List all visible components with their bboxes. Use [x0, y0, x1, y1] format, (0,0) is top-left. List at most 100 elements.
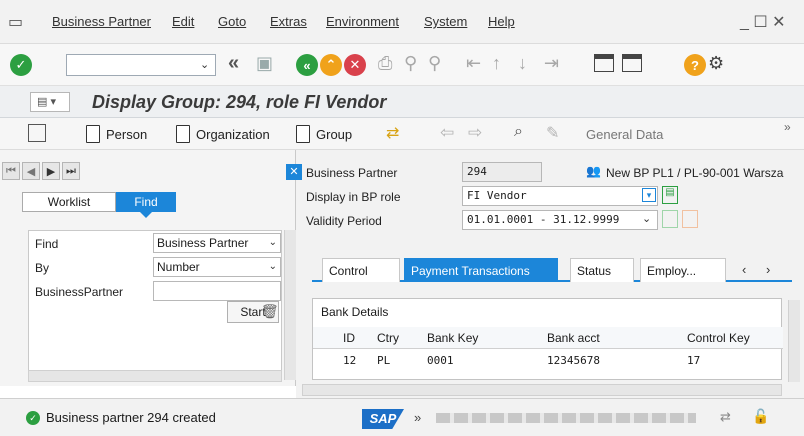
more-icon[interactable]: » [784, 120, 791, 134]
save-icon[interactable]: ▣ [256, 53, 273, 74]
by-select-value: Number [157, 260, 200, 274]
left-horizontal-scrollbar[interactable] [28, 370, 282, 382]
success-icon: ✓ [26, 411, 40, 425]
edit-icon[interactable]: ✎ [546, 123, 559, 143]
title-menu-icon[interactable]: ▤ ▾ [30, 92, 70, 112]
find-select-value: Business Partner [157, 236, 249, 250]
title-bar: ▤ ▾ Display Group: 294, role FI Vendor [0, 86, 804, 118]
window-controls[interactable]: _ ☐ ✕ [740, 12, 786, 32]
tab-control[interactable]: Control [322, 258, 400, 282]
prev-page-icon[interactable]: ↑ [492, 53, 501, 74]
prev-icon[interactable]: ◀ [22, 162, 40, 180]
cell-bank-key: 0001 [427, 354, 454, 367]
tab-strip: Control Payment Transactions Status Empl… [312, 258, 792, 282]
bank-table-header: ID Ctry Bank Key Bank acct Control Key [313, 327, 783, 349]
menu-extras[interactable]: Extras [270, 14, 307, 29]
help-icon[interactable]: ? [684, 54, 706, 76]
page-title: Display Group: 294, role FI Vendor [92, 92, 387, 112]
tab-payment-transactions[interactable]: Payment Transactions [404, 258, 558, 282]
menu-edit[interactable]: Edit [172, 14, 194, 29]
close-locator-icon[interactable]: ✕ [286, 164, 302, 180]
tab-scroll-right-icon[interactable]: › [766, 262, 770, 277]
group-doc-icon[interactable] [296, 125, 310, 143]
previous-arrow-icon[interactable]: ⇦ [440, 123, 454, 143]
find-next-icon[interactable]: ⚲ [428, 53, 441, 74]
validity-period-select[interactable]: 01.01.0001 - 31.12.9999 [462, 210, 658, 230]
partner-persons-icon: 👥 [586, 164, 601, 178]
bp-role-select[interactable]: FI Vendor [462, 186, 658, 206]
find-form: Find Business Partner ⌄ By Number ⌄ Busi… [28, 230, 282, 372]
tab-scroll-left-icon[interactable]: ‹ [742, 262, 746, 277]
back-icon[interactable]: « [296, 54, 318, 76]
command-dropdown-icon[interactable]: ⌄ [200, 58, 209, 71]
system-info-bar [436, 413, 696, 423]
lock-icon[interactable]: 🔓 [752, 408, 769, 425]
first-page-icon[interactable]: ⇤ [466, 53, 481, 74]
locator-toggle-icon[interactable] [28, 124, 46, 142]
menu-business-partner[interactable]: Business Partner [52, 14, 151, 29]
tab-employment[interactable]: Employ... [640, 258, 726, 282]
first-icon[interactable]: ⏮ [2, 162, 20, 180]
business-partner-input[interactable] [153, 281, 281, 301]
tab-find-indicator [140, 212, 152, 218]
group-button[interactable]: Group [316, 127, 352, 142]
standard-toolbar: ✓ ⌄ « ▣ « ⌃ ✕ ⎙ ⚲ ⚲ ⇤ ↑ ↓ ⇥ ? ⚙ [0, 44, 804, 86]
role-change-icon[interactable]: ▤ [662, 186, 678, 204]
detail-horizontal-scrollbar[interactable] [302, 384, 782, 396]
print-icon[interactable]: ⎙ [378, 53, 392, 74]
by-label: By [35, 261, 50, 275]
last-icon[interactable]: ⏭ [62, 162, 80, 180]
organization-button[interactable]: Organization [196, 127, 270, 142]
tab-status[interactable]: Status [570, 258, 634, 282]
menu-environment[interactable]: Environment [326, 14, 399, 29]
col-id: ID [343, 331, 355, 345]
cancel-icon[interactable]: ✕ [344, 54, 366, 76]
general-data-button[interactable]: General Data [586, 127, 663, 142]
glasses-icon[interactable]: ⌕ [514, 123, 523, 141]
application-toolbar: Person Organization Group ⇄ ⇦ ⇨ ⌕ ✎ Gene… [0, 118, 804, 150]
cell-ctry: PL [377, 354, 391, 367]
validity-icon-1[interactable] [662, 210, 678, 228]
find-select[interactable]: Business Partner ⌄ [153, 233, 281, 253]
bank-details-section: Bank Details ID Ctry Bank Key Bank acct … [312, 298, 783, 380]
session-icon[interactable]: ⇄ [720, 409, 731, 425]
bp-role-label: Display in BP role [306, 190, 401, 204]
validity-dropdown-icon[interactable]: ⌄ [642, 212, 651, 225]
command-field[interactable] [66, 54, 216, 76]
shortcut-icon[interactable] [622, 54, 642, 72]
validity-icon-2[interactable] [682, 210, 698, 228]
switch-icon[interactable]: ⇄ [386, 123, 399, 143]
next-arrow-icon[interactable]: ⇨ [468, 123, 482, 143]
role-dropdown-icon[interactable]: ▾ [642, 188, 656, 202]
left-vertical-scrollbar[interactable] [284, 230, 296, 380]
menu-goto[interactable]: Goto [218, 14, 246, 29]
business-partner-number: 294 [462, 162, 542, 182]
tab-worklist[interactable]: Worklist [22, 192, 116, 212]
back-double-icon[interactable]: « [228, 52, 239, 75]
exit-icon[interactable]: ⌃ [320, 54, 342, 76]
new-session-icon[interactable] [594, 54, 614, 72]
next-icon[interactable]: ▶ [42, 162, 60, 180]
col-bank-acct: Bank acct [547, 331, 600, 345]
last-page-icon[interactable]: ⇥ [544, 53, 559, 74]
cell-id: 12 [343, 354, 357, 367]
find-label: Find [35, 237, 59, 251]
menu-help[interactable]: Help [488, 14, 515, 29]
business-partner-field-label: Business Partner [306, 166, 398, 180]
trash-icon[interactable]: 🗑 [261, 303, 279, 320]
person-doc-icon[interactable] [86, 125, 100, 143]
settings-icon[interactable]: ⚙ [708, 53, 724, 74]
by-select[interactable]: Number ⌄ [153, 257, 281, 277]
menu-system[interactable]: System [424, 14, 467, 29]
table-row[interactable]: 12 PL 0001 12345678 17 [313, 349, 783, 371]
find-icon[interactable]: ⚲ [404, 53, 417, 74]
status-expand-icon[interactable]: » [414, 410, 421, 425]
enter-icon[interactable]: ✓ [10, 54, 32, 76]
status-message[interactable]: Business partner 294 created [46, 410, 216, 425]
person-button[interactable]: Person [106, 127, 147, 142]
next-page-icon[interactable]: ↓ [518, 53, 527, 74]
detail-vertical-scrollbar[interactable] [788, 300, 800, 382]
organization-doc-icon[interactable] [176, 125, 190, 143]
menu-icon[interactable]: ▭ [8, 12, 23, 32]
tab-find[interactable]: Find [116, 192, 176, 212]
